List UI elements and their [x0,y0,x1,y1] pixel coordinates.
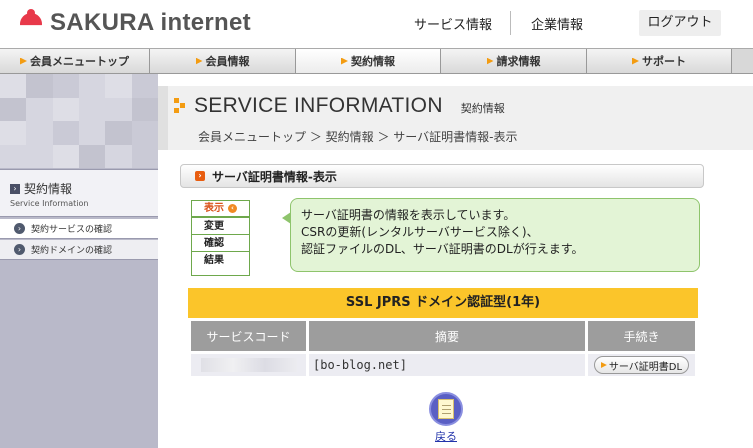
back-button[interactable]: 戻る [426,392,466,446]
circle-arrow-icon: › [14,244,25,255]
main-nav: 会員メニュートップ 会員情報 契約情報 請求情報 サポート [0,48,753,74]
sidebar-mosaic-image [0,74,158,168]
page-root: SAKURA internet サービス情報 企業情報 ログアウト 会員メニュー… [0,0,753,448]
col-summary: 摘要 [309,321,585,351]
sakura-logo-icon [18,9,46,37]
title-bullet-icon [174,98,186,114]
logout-button[interactable]: ログアウト [639,10,721,36]
download-bullet-icon [600,362,607,368]
orange-square-icon: › [195,171,205,181]
step-indicator: 表示 ‹ 変更 確認 結果 [191,200,250,276]
nav-bullet-icon [341,57,348,65]
circle-arrow-icon: › [14,223,25,234]
breadcrumb: 会員メニュートップ ＞ 契約情報 ＞ サーバ証明書情報-表示 [198,130,518,144]
nav-item-billing-info[interactable]: 請求情報 [441,49,587,73]
sidebar-item-contract-services[interactable]: › 契約サービスの確認 [0,219,158,239]
certificate-download-button[interactable]: サーバ証明書DL [593,356,690,374]
step-current-icon: ‹ [228,204,237,213]
nav-item-contract-info[interactable]: 契約情報 [296,49,441,73]
summary-cell: [bo-blog.net] [309,354,585,376]
nav-bullet-icon [195,57,203,65]
nav-item-support[interactable]: サポート [587,49,732,73]
step-confirm: 確認 [192,235,249,252]
step-change: 変更 [192,218,249,235]
page-title-jp: 契約情報 [460,102,505,115]
title-band: SERVICE INFORMATION 契約情報 会員メニュートップ ＞ 契約情… [158,86,753,150]
col-procedure: 手続き [588,321,695,351]
step-result: 結果 [204,255,224,266]
back-link-label: 戻る [435,430,457,443]
main-content: SERVICE INFORMATION 契約情報 会員メニュートップ ＞ 契約情… [158,74,753,448]
arrow-square-icon: › [10,183,20,194]
service-info-link[interactable]: サービス情報 [414,14,492,33]
col-service-code: サービスコード [191,321,306,351]
page-title: SERVICE INFORMATION 契約情報 [174,94,505,118]
nav-bullet-icon [20,57,27,65]
sidebar-item-contract-domains[interactable]: › 契約ドメインの確認 [0,240,158,260]
company-info-link[interactable]: 企業情報 [531,14,583,33]
sidebar-title: › 契約情報 Service Information [0,169,158,217]
logo-text: SAKURA internet [50,9,251,36]
table-row: [bo-blog.net] サーバ証明書DL [191,354,695,376]
certificate-table: サービスコード 摘要 手続き [bo-blog.net] サーバ証明書DL [188,318,698,379]
back-document-icon [429,392,463,426]
procedure-cell: サーバ証明書DL [588,354,695,376]
header: SAKURA internet サービス情報 企業情報 ログアウト [0,0,753,48]
table-header-row: サービスコード 摘要 手続き [191,321,695,351]
nav-bullet-icon [632,57,639,65]
sidebar: › 契約情報 Service Information › 契約サービスの確認 › 契約… [0,74,158,448]
nav-bullet-icon [486,57,494,65]
step-display: 表示 ‹ [192,201,249,218]
nav-item-member-top[interactable]: 会員メニュートップ [0,49,150,73]
logo[interactable]: SAKURA internet [18,8,251,38]
redacted-service-code [200,358,297,372]
service-code-cell [191,354,306,376]
section-heading: › サーバ証明書情報-表示 [180,164,704,188]
header-divider [510,11,511,35]
nav-item-member-info[interactable]: 会員情報 [150,49,296,73]
sidebar-subtitle: Service Information [10,199,89,208]
table-caption: SSL JPRS ドメイン認証型(1年) [188,288,698,318]
info-message: サーバ証明書の情報を表示しています。 CSRの更新(レンタルサーバサービス除く)… [290,198,700,272]
